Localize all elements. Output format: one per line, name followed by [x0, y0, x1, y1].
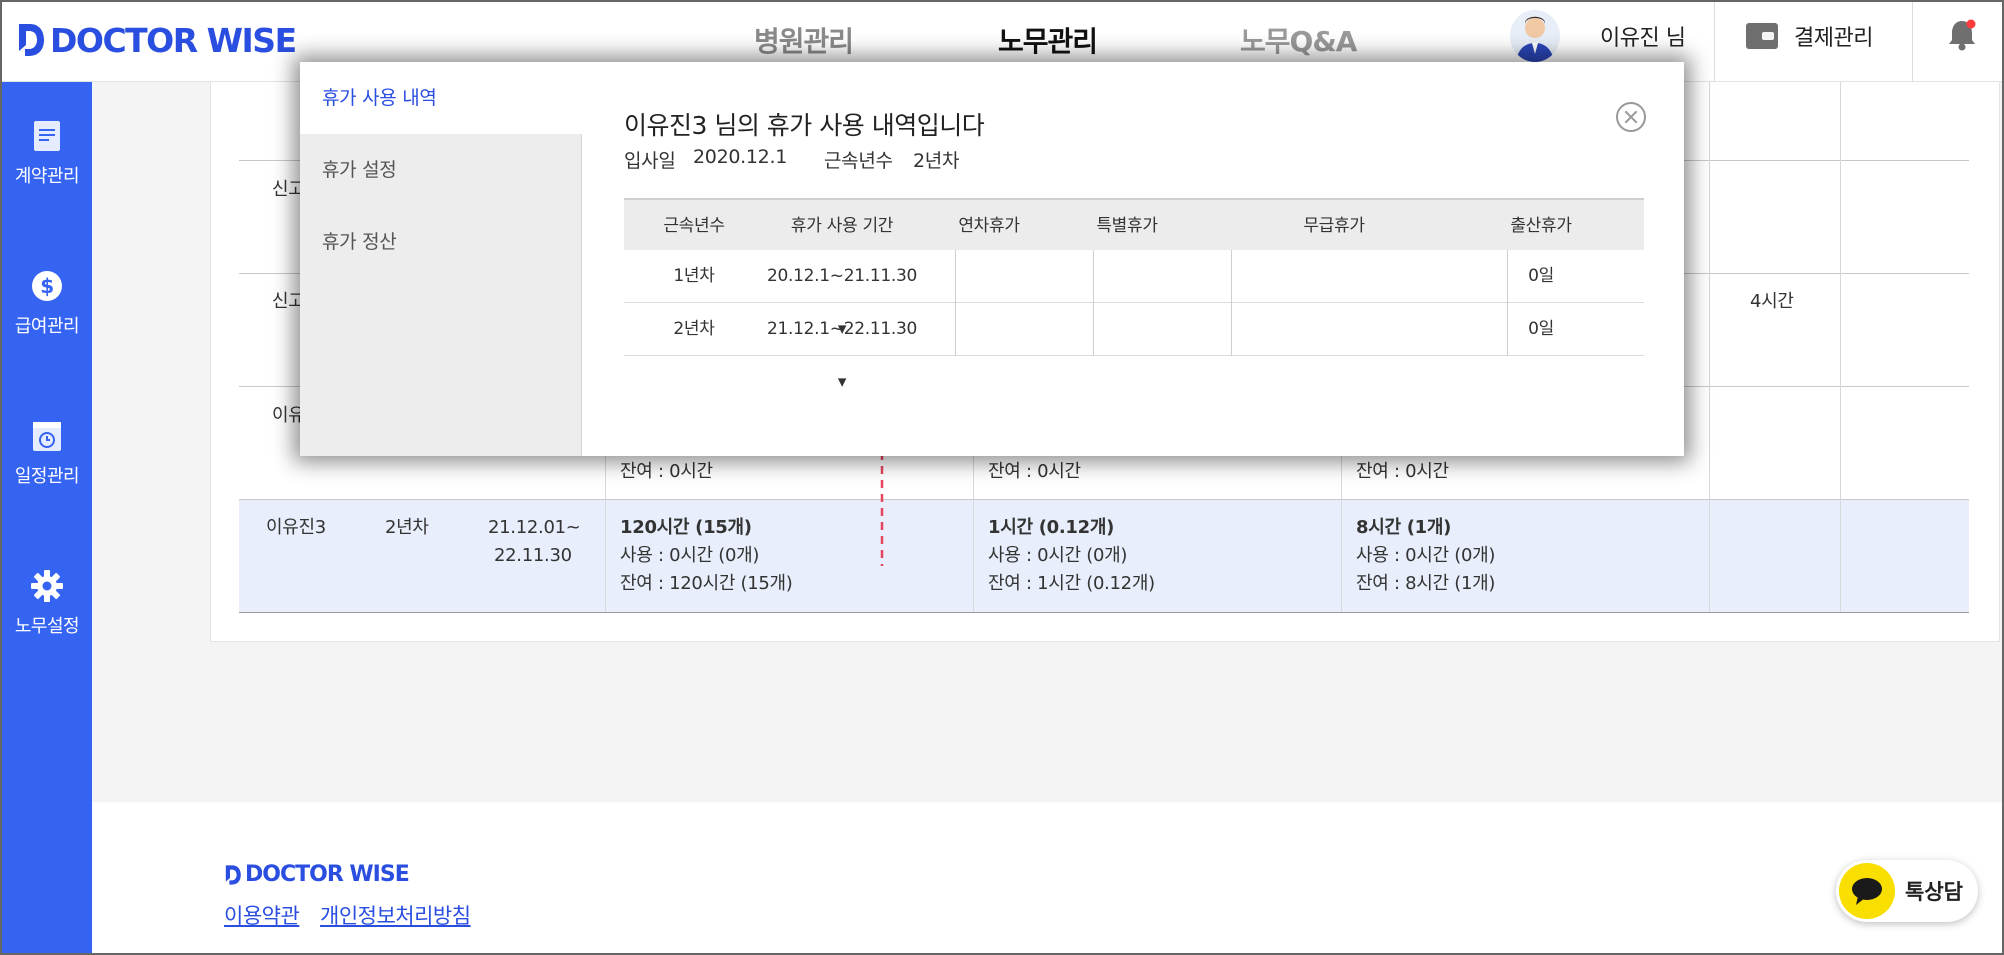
tenure-label: 근속년수: [824, 150, 893, 172]
cell-maternity: 0일: [1528, 319, 1554, 339]
payment-label: 결제관리: [1794, 26, 1873, 51]
nav-labor-qna[interactable]: 노무Q&A: [1240, 20, 1357, 60]
user-menu[interactable]: 이유진 님: [1510, 10, 1686, 62]
nav-labor-management[interactable]: 노무관리: [998, 20, 1098, 60]
brand-name: DOCTOR WISE: [50, 20, 297, 60]
table-row: 2년차 21.12.1~22.11.30 ▾ 0일: [624, 303, 1644, 392]
table-cell-name: 이유진3: [266, 517, 326, 538]
modal-tab-sidebar: 휴가 사용 내역 휴가 설정 휴가 정산: [300, 62, 582, 456]
footer-logo: DOCTOR WISE: [224, 862, 410, 887]
col-header-special: 특별휴가: [1096, 216, 1158, 236]
terms-link[interactable]: 이용약관: [224, 900, 300, 930]
table-cell-rest: 잔여 : 0시간: [988, 461, 1081, 482]
col-header-unpaid: 무급휴가: [1303, 216, 1365, 236]
table-col-divider: [1093, 250, 1094, 356]
avatar: [1510, 10, 1560, 62]
table-header: 근속년수 휴가 사용 기간 연차휴가 특별휴가 무급휴가 출산휴가: [624, 198, 1644, 250]
col-header-maternity: 출산휴가: [1510, 216, 1572, 236]
schedule-icon: [30, 418, 64, 454]
table-cell-unpaid-rest: 잔여 : 8시간 (1개): [1356, 573, 1496, 594]
app-window: DOCTOR WISE 병원관리 노무관리 노무Q&A 이유진 님 결제관리 계…: [0, 0, 2004, 955]
table-cell-years: 2년차: [385, 517, 429, 538]
table-cell-unpaid-used: 사용 : 0시간 (0개): [1356, 545, 1496, 566]
sidebar-item-schedule[interactable]: 일정관리: [2, 418, 92, 488]
col-header-annual: 연차휴가: [958, 216, 1020, 236]
sidebar-item-label: 노무설정: [14, 616, 80, 637]
kakao-chat-button[interactable]: 톡상담: [1836, 860, 1978, 922]
cell-maternity: 0일: [1528, 266, 1554, 286]
period-dropdown[interactable]: 21.12.1~22.11.30 ▾: [764, 303, 920, 392]
privacy-policy-link[interactable]: 개인정보처리방침: [320, 900, 471, 930]
tenure-value: 2년차: [913, 150, 960, 172]
table-cell-annual-rest: 잔여 : 120시간 (15개): [620, 573, 793, 594]
salary-icon: $: [30, 268, 64, 304]
table-cell-period-end: 22.11.30: [494, 545, 572, 566]
sidebar-item-label: 계약관리: [14, 166, 80, 187]
cell-annual: [920, 303, 1058, 356]
table-cell-annual-used: 사용 : 0시간 (0개): [620, 545, 760, 566]
sidebar-item-salary[interactable]: $ 급여관리: [2, 268, 92, 338]
user-name: 이유진 님: [1600, 26, 1686, 51]
notification-bell-icon[interactable]: [1946, 18, 1978, 52]
gear-icon: [30, 568, 64, 604]
cell-annual: [920, 250, 1058, 303]
logo-mark-icon: [16, 21, 46, 59]
table-cell-special-total: 1시간 (0.12개): [988, 517, 1115, 538]
cell-special: [1058, 250, 1196, 303]
table-cell-extra: 4시간: [1750, 291, 1794, 312]
table-cell-unpaid-total: 8시간 (1개): [1356, 517, 1452, 538]
join-date-label: 입사일: [624, 150, 676, 172]
svg-text:$: $: [40, 274, 53, 298]
table-row: 1년차 20.12.1~21.11.30 ▾ 0일: [624, 250, 1644, 339]
table-cell-rest: 잔여 : 0시간: [620, 461, 713, 482]
table-cell-special-used: 사용 : 0시간 (0개): [988, 545, 1128, 566]
header-divider: [1912, 2, 1913, 82]
cell-tenure-year: 2년차: [673, 319, 715, 339]
footer: DOCTOR WISE 이용약관 개인정보처리방침: [92, 802, 2002, 953]
wallet-icon: [1746, 23, 1778, 49]
table-col-divider: [1231, 250, 1232, 356]
chat-bubble-icon: [1839, 863, 1895, 919]
table-cell-annual-total: 120시간 (15개): [620, 517, 752, 538]
table-col-divider: [1507, 250, 1508, 356]
tab-leave-settlement[interactable]: 휴가 정산: [300, 206, 582, 278]
period-dropdown[interactable]: 20.12.1~21.11.30 ▾: [764, 250, 920, 339]
header-divider: [1714, 2, 1715, 82]
close-icon[interactable]: [1616, 102, 1646, 132]
table-cell-period-start: 21.12.01~: [488, 517, 581, 538]
cell-special: [1058, 303, 1196, 356]
contract-icon: [30, 118, 64, 154]
sidebar-item-labor-settings[interactable]: 노무설정: [2, 568, 92, 638]
table-col-divider: [1840, 82, 1841, 612]
table-col-divider: [955, 250, 956, 356]
col-header-tenure: 근속년수: [663, 216, 725, 236]
sidebar-item-label: 급여관리: [14, 316, 80, 337]
tab-leave-usage-history[interactable]: 휴가 사용 내역: [300, 62, 582, 134]
left-sidebar: 계약관리 $ 급여관리 일정관리 노무설정: [2, 82, 92, 953]
tab-leave-settings[interactable]: 휴가 설정: [300, 134, 582, 206]
join-date-value: 2020.12.1: [693, 146, 787, 168]
nav-hospital-management[interactable]: 병원관리: [754, 20, 854, 60]
brand-logo[interactable]: DOCTOR WISE: [16, 18, 297, 62]
chat-label: 톡상담: [1905, 880, 1963, 904]
table-cell-rest: 잔여 : 0시간: [1356, 461, 1449, 482]
modal-title: 이유진3 님의 휴가 사용 내역입니다: [624, 111, 985, 140]
footer-brand-name: DOCTOR WISE: [245, 862, 410, 887]
cell-unpaid: [1196, 250, 1472, 303]
sidebar-item-contract[interactable]: 계약관리: [2, 118, 92, 188]
logo-mark-icon: [225, 864, 241, 885]
col-header-period: 휴가 사용 기간: [790, 216, 894, 236]
cell-unpaid: [1196, 303, 1472, 356]
sidebar-item-label: 일정관리: [14, 466, 80, 487]
payment-button[interactable]: 결제관리: [1746, 20, 1873, 52]
table-cell-special-rest: 잔여 : 1시간 (0.12개): [988, 573, 1155, 594]
table-divider: [239, 612, 1969, 613]
table-col-divider: [1709, 82, 1710, 612]
cell-tenure-year: 1년차: [673, 266, 715, 286]
leave-history-modal: 휴가 사용 내역 휴가 설정 휴가 정산 이유진3 님의 휴가 사용 내역입니다…: [300, 62, 1684, 456]
